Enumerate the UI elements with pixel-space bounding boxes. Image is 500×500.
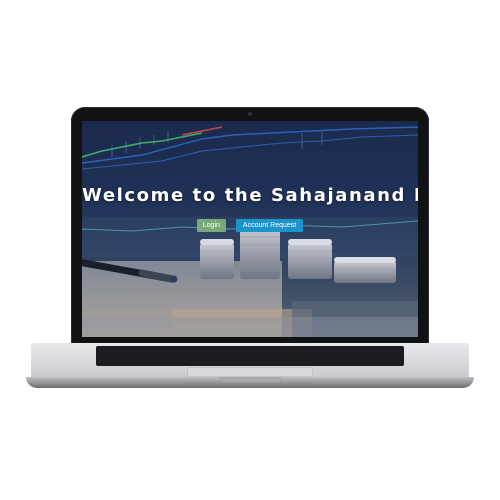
laptop-base-front — [26, 377, 474, 388]
laptop-base — [31, 343, 469, 377]
lid-notch — [219, 377, 281, 382]
action-buttons: Login Account Request — [82, 219, 418, 232]
trackpad — [187, 367, 313, 377]
laptop-mockup: Welcome to the Sahajanand Bank Login Acc… — [0, 0, 500, 500]
welcome-heading: Welcome to the Sahajanand Bank — [82, 185, 418, 206]
webcam — [248, 112, 252, 116]
keyboard — [96, 346, 404, 366]
laptop-lid: Welcome to the Sahajanand Bank Login Acc… — [71, 107, 429, 345]
account-request-button[interactable]: Account Request — [235, 219, 304, 232]
login-button[interactable]: Login — [196, 219, 226, 232]
laptop-screen: Welcome to the Sahajanand Bank Login Acc… — [82, 121, 418, 337]
welcome-title: Welcome to the Sahajanand Bank — [82, 185, 418, 206]
